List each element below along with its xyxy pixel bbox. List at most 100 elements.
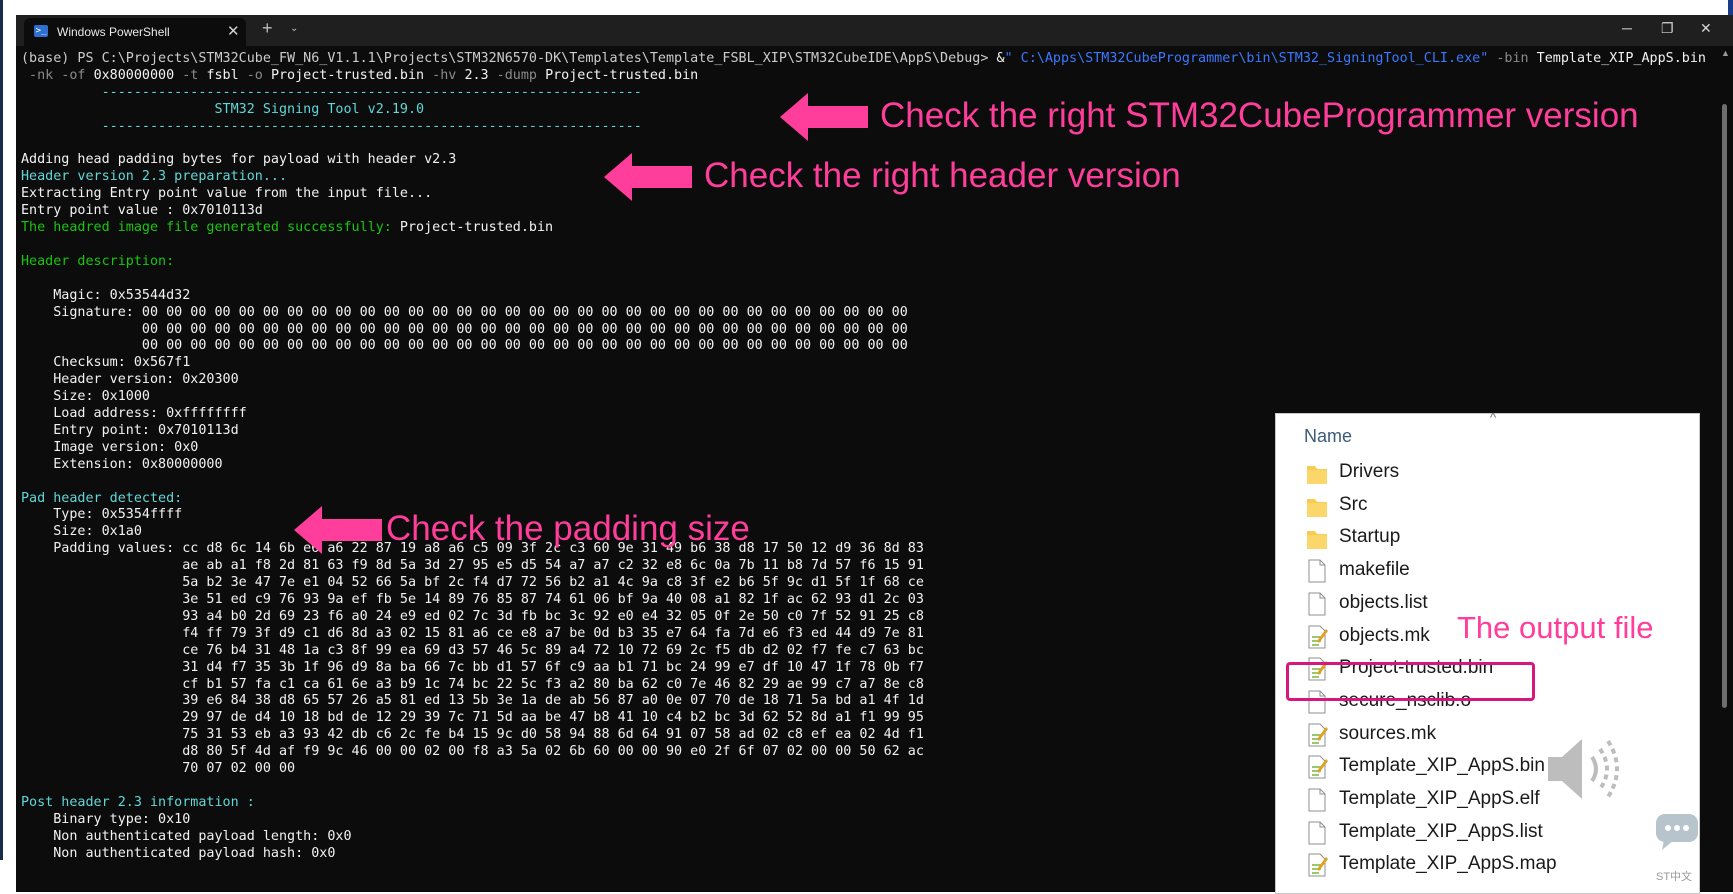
pad-field: ce 76 b4 31 48 1a c3 8f 99 ea 69 d3 57 4… (21, 642, 924, 658)
file-row[interactable]: Startup (1306, 524, 1686, 552)
edit-file-icon (1308, 853, 1328, 877)
tab-windows-powershell[interactable]: >_ Windows PowerShell ✕ (24, 18, 246, 46)
powershell-icon: >_ (34, 25, 48, 37)
post-field: Non authenticated payload hash: 0x0 (21, 845, 336, 861)
pad-field: 3e 51 ed c9 76 93 9a ef fb 5e 14 89 76 8… (21, 592, 924, 607)
header-field: Checksum: 0x567f1 (21, 355, 191, 371)
cmd-arg: 2.3 (464, 67, 489, 83)
file-row[interactable]: Template_XIP_AppS.bin (1306, 753, 1686, 781)
scroll-up-icon[interactable]: ▲ (1721, 48, 1730, 58)
header-field: Load address: 0xffffffff (21, 406, 247, 422)
header-field: Signature: 00 00 00 00 00 00 00 00 00 00… (21, 304, 908, 320)
folder-icon (1307, 531, 1327, 550)
file-name: objects.mk (1339, 624, 1430, 646)
tab-dropdown-icon[interactable]: ⌄ (290, 23, 298, 34)
sort-ascending-icon[interactable]: ^ (1490, 410, 1496, 425)
pad-field: 93 a4 b0 2d 69 23 f6 a0 24 e9 ed 02 7c 3… (21, 608, 924, 624)
prompt: (base) PS C:\Projects\STM32Cube_FW_N6_V1… (21, 51, 997, 66)
pad-field: 70 07 02 00 00 (21, 761, 296, 777)
header-field: Entry point: 0x7010113d (21, 422, 239, 438)
line-extract: Extracting Entry point value from the in… (21, 186, 433, 202)
cmd-flag: -nk -of (21, 67, 94, 83)
line-entry: Entry point value : 0x7010113d (21, 203, 263, 219)
cmd-amp: & (996, 51, 1005, 66)
pad-field: Type: 0x5354ffff (21, 507, 183, 523)
annotation-header: Check the right header version (704, 156, 1181, 195)
header-field: Magic: 0x53544d32 (21, 287, 191, 303)
edit-file-icon (1308, 723, 1328, 747)
file-row[interactable]: Template_XIP_AppS.list (1306, 819, 1686, 847)
annotation-arrow-version-icon (780, 93, 868, 141)
header-description-title: Header description: (21, 253, 175, 269)
annotation-version: Check the right STM32CubeProgrammer vers… (880, 96, 1639, 135)
cmd-flag: -dump (488, 67, 546, 83)
speaker-icon (1548, 739, 1619, 799)
close-tab-icon[interactable]: ✕ (227, 22, 240, 40)
scrollbar-thumb[interactable] (1722, 104, 1727, 708)
edit-file-icon (1308, 625, 1328, 648)
file-name: Template_XIP_AppS.elf (1339, 788, 1540, 809)
pad-field: ae ab a1 f8 2d 81 63 f9 8d 5a 3d 27 95 e… (21, 558, 924, 574)
folder-icon (1307, 466, 1327, 484)
file-name: Drivers (1339, 461, 1400, 482)
new-tab-button[interactable]: + (262, 18, 273, 39)
pad-field: 39 e6 84 38 d8 65 57 26 a5 81 ed 13 5b 3… (21, 693, 924, 709)
file-name: Template_XIP_AppS.list (1339, 820, 1543, 842)
cmd-arg: Project-trusted.bin (545, 67, 699, 83)
window-close-button[interactable]: ✕ (1700, 20, 1712, 37)
column-header-name[interactable]: Name (1304, 426, 1352, 447)
cmd-flag: -hv (424, 67, 465, 83)
annotation-padding: Check the padding size (386, 509, 750, 548)
watermark-text: ST中文 (1656, 871, 1693, 883)
pad-field: cf b1 57 fa c1 ca 61 6e a3 b9 1c 74 bc 2… (21, 676, 924, 692)
header-field: 00 00 00 00 00 00 00 00 00 00 00 00 00 0… (21, 321, 908, 337)
pad-field: 31 d4 f7 35 3b 1f 96 d9 8a ba 66 7c bb d… (21, 659, 924, 675)
file-name: Template_XIP_AppS.map (1339, 853, 1557, 875)
minimize-button[interactable]: ─ (1622, 20, 1632, 36)
header-field: Header version: 0x20300 (21, 372, 239, 388)
file-name: sources.mk (1339, 722, 1437, 744)
pad-field: 75 31 53 eb a3 93 42 db c6 2c fe b4 15 9… (21, 727, 924, 743)
pad-field: Size: 0x1a0 (21, 524, 142, 540)
banner-rule: ----------------------------------------… (21, 84, 642, 100)
file-row[interactable]: Template_XIP_AppS.map (1306, 851, 1686, 879)
cmd-arg: 0x80000000 (93, 67, 175, 83)
file-row[interactable]: Template_XIP_AppS.elf (1306, 786, 1686, 814)
line-adding: Adding head padding bytes for payload wi… (21, 152, 457, 168)
output-file-highlight (1286, 662, 1535, 701)
file-name: Src (1339, 493, 1368, 515)
file-row[interactable]: Drivers (1306, 459, 1686, 487)
header-field: 00 00 00 00 00 00 00 00 00 00 00 00 00 0… (21, 338, 908, 354)
post-header-title: Post header 2.3 information : (21, 794, 255, 810)
line-generated: The headred image file generated success… (21, 220, 400, 236)
pad-field: 29 97 de d4 10 18 bd de 12 29 39 7c 71 5… (21, 710, 924, 726)
pad-field: f4 ff 79 3f d9 c1 d6 8d a3 02 15 81 a6 c… (21, 625, 924, 641)
cmd-arg: Template_XIP_AppS.bin (1536, 51, 1706, 66)
file-name: makefile (1339, 559, 1410, 581)
cmd-exe: " C:\Apps\STM32CubeProgrammer\bin\STM32_… (1004, 51, 1489, 66)
file-icon (1308, 559, 1326, 583)
header-field: Image version: 0x0 (21, 439, 199, 455)
line-prep: Header version 2.3 preparation... (21, 169, 288, 185)
tab-title: Windows PowerShell (57, 25, 170, 39)
chat-icon (1656, 814, 1698, 850)
title-bar: >_ Windows PowerShell ✕ + ⌄ ─ ❐ ✕ (16, 15, 1733, 46)
maximize-button[interactable]: ❐ (1661, 20, 1674, 37)
generated-file: Project-trusted.bin (399, 220, 554, 236)
file-row[interactable]: sources.mk (1306, 721, 1686, 749)
file-icon (1308, 788, 1326, 812)
banner-title: STM32 Signing Tool v2.19.0 (21, 101, 425, 117)
cmd-arg: fsbl (206, 67, 239, 83)
vertical-scrollbar[interactable]: ▲ (1717, 46, 1733, 892)
pad-field: d8 80 5f 4d af f9 9c 46 00 00 02 00 f8 a… (21, 744, 924, 760)
post-field: Binary type: 0x10 (21, 811, 191, 827)
file-row[interactable]: Src (1306, 492, 1686, 520)
annotation-arrow-padding-icon (294, 506, 382, 554)
header-field: Extension: 0x80000000 (21, 456, 223, 472)
post-field: Non authenticated payload length: 0x0 (21, 828, 352, 844)
cmd-flag: -t (174, 67, 207, 83)
file-name: Template_XIP_AppS.bin (1339, 755, 1545, 777)
cmd-arg: Project-trusted.bin (270, 67, 425, 83)
annotation-output: The output file (1457, 610, 1654, 645)
file-row[interactable]: makefile (1306, 557, 1686, 585)
